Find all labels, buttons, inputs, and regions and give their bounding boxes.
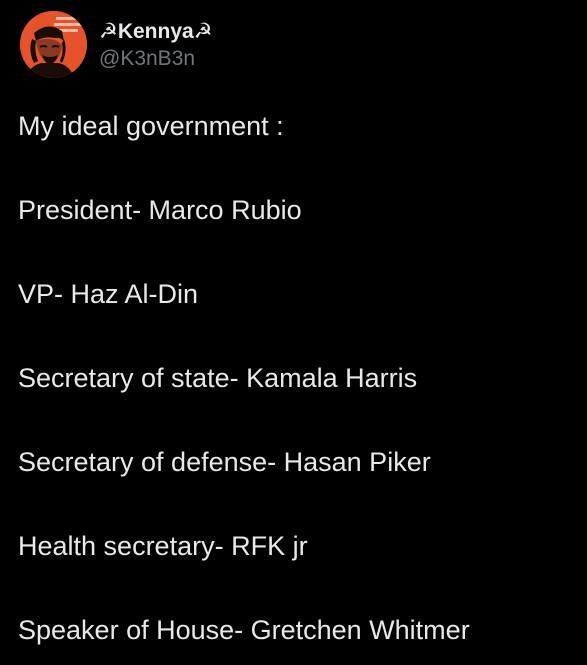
author-names: ☭Kennya☭ @K3nB3n — [99, 11, 213, 72]
author-handle[interactable]: @K3nB3n — [99, 46, 213, 72]
tweet-text: My ideal government : President- Marco R… — [18, 106, 578, 651]
tweet-line-president: President- Marco Rubio — [18, 195, 302, 225]
avatar[interactable] — [20, 11, 87, 78]
author-display-name[interactable]: ☭Kennya☭ — [99, 19, 213, 45]
tweet-header: ☭Kennya☭ @K3nB3n — [20, 11, 213, 78]
tweet-line-speaker-of-house: Speaker of House- Gretchen Whitmer — [18, 615, 470, 645]
che-guevara-avatar-icon — [20, 11, 87, 78]
tweet-screenshot: { "author": { "display_name": "☭Kennya☭"… — [0, 0, 587, 665]
tweet-line-health-secretary: Health secretary- RFK jr — [18, 531, 308, 561]
tweet-line-intro: My ideal government : — [18, 111, 284, 141]
tweet-line-secretary-of-defense: Secretary of defense- Hasan Piker — [18, 447, 431, 477]
tweet-line-secretary-of-state: Secretary of state- Kamala Harris — [18, 363, 418, 393]
tweet-line-vp: VP- Haz Al-Din — [18, 279, 199, 309]
